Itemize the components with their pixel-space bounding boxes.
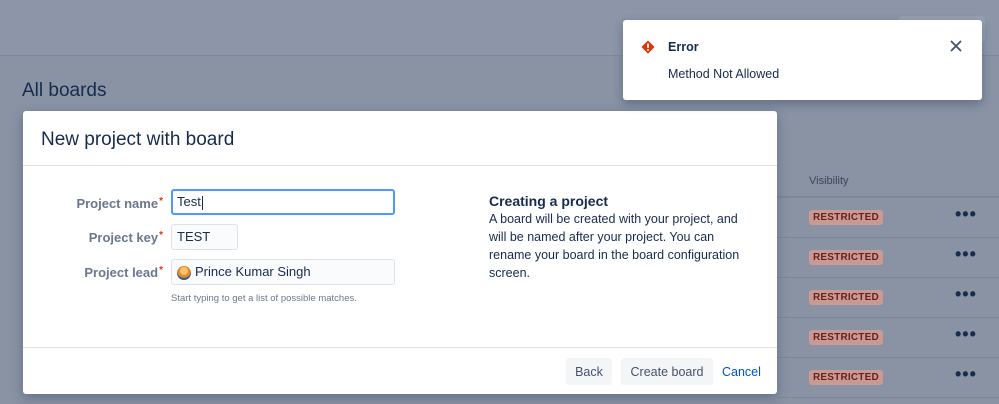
- restricted-badge: RESTRICTED: [809, 370, 883, 385]
- more-actions-icon: •••: [955, 364, 977, 384]
- error-title: Error: [668, 40, 699, 54]
- restricted-badge: RESTRICTED: [809, 250, 883, 265]
- project-lead-row: Project lead*: [23, 259, 163, 285]
- project-key-label-text: Project key: [88, 229, 159, 245]
- table-row: RESTRICTED •••: [777, 198, 999, 238]
- project-name-input[interactable]: Test: [171, 189, 395, 215]
- cancel-button[interactable]: Cancel: [722, 358, 762, 385]
- more-actions-icon: •••: [955, 284, 977, 304]
- table-row: RESTRICTED •••: [777, 318, 999, 358]
- dialog-footer: Back Create board Cancel: [23, 347, 777, 394]
- required-marker: *: [159, 195, 163, 207]
- restricted-badge: RESTRICTED: [809, 290, 883, 305]
- error-flag: Error Method Not Allowed: [623, 20, 982, 100]
- required-marker: *: [159, 264, 163, 276]
- project-name-value: Test: [177, 194, 201, 209]
- create-board-button[interactable]: Create board: [621, 358, 713, 385]
- more-actions-icon: •••: [955, 324, 977, 344]
- required-marker: *: [159, 229, 163, 241]
- project-name-label: Project name*: [23, 196, 163, 211]
- dialog-header: New project with board: [23, 111, 777, 166]
- project-lead-value: Prince Kumar Singh: [195, 264, 311, 279]
- project-key-input[interactable]: TEST: [171, 224, 238, 250]
- project-key-row: Project key*: [23, 224, 163, 250]
- back-button[interactable]: Back: [566, 358, 612, 385]
- project-name-label-text: Project name: [76, 195, 159, 211]
- project-key-label: Project key*: [23, 230, 163, 245]
- new-project-dialog: New project with board Project name* Tes…: [23, 111, 777, 394]
- page-title: All boards: [22, 80, 107, 101]
- more-actions-icon: •••: [955, 204, 977, 224]
- table-row: RESTRICTED •••: [777, 238, 999, 278]
- avatar: [177, 265, 191, 280]
- project-lead-help-text: Start typing to get a list of possible m…: [171, 293, 357, 304]
- dialog-body: Project name* Test Project key* TEST Pro…: [23, 167, 777, 347]
- restricted-badge: RESTRICTED: [809, 210, 883, 225]
- restricted-badge: RESTRICTED: [809, 330, 883, 345]
- text-caret: [201, 195, 203, 210]
- error-message: Method Not Allowed: [668, 67, 780, 81]
- project-lead-picker[interactable]: Prince Kumar Singh: [171, 259, 395, 285]
- project-lead-label: Project lead*: [23, 265, 163, 280]
- project-lead-label-text: Project lead: [84, 264, 159, 280]
- close-icon[interactable]: [949, 39, 963, 53]
- more-actions-icon: •••: [955, 244, 977, 264]
- dialog-title: New project with board: [41, 129, 235, 150]
- table-row: RESTRICTED •••: [777, 358, 999, 398]
- project-name-row: Project name*: [23, 190, 163, 216]
- table-row: RESTRICTED •••: [777, 278, 999, 318]
- visibility-column-header: Visibility: [809, 175, 849, 187]
- info-description: A board will be created with your projec…: [489, 212, 740, 280]
- error-icon: [641, 40, 655, 54]
- info-title: Creating a project: [489, 193, 609, 209]
